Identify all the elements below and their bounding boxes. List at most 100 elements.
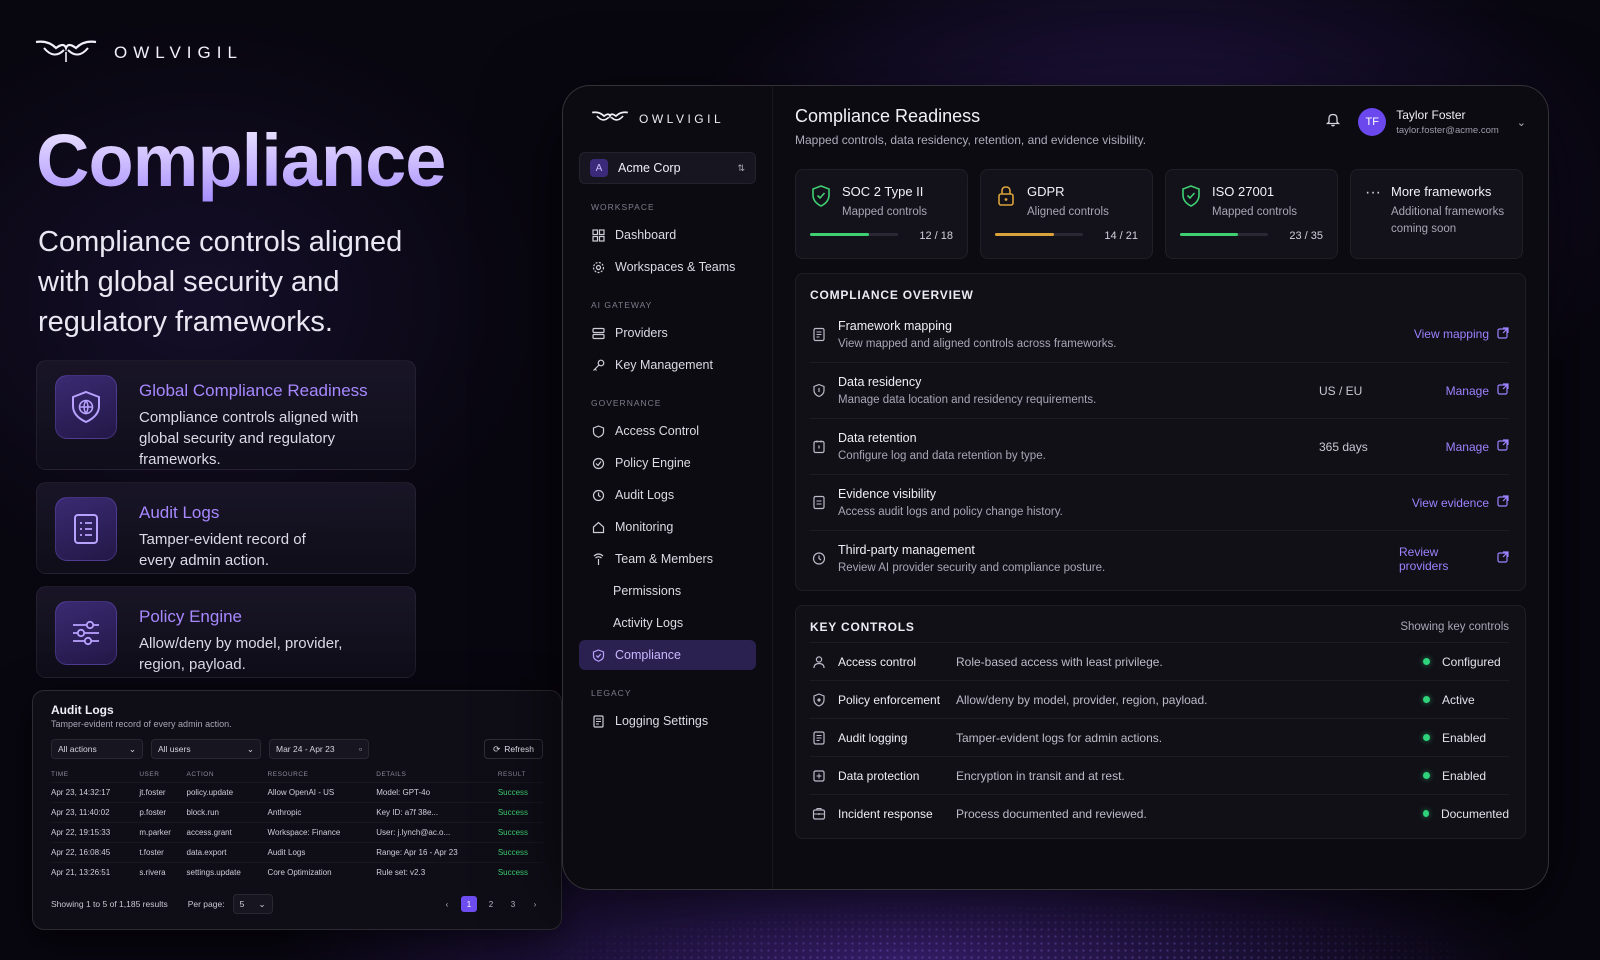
section-workspace: WORKSPACE bbox=[591, 202, 655, 212]
overview-desc: Manage data location and residency requi… bbox=[838, 394, 1097, 406]
framework-card-gdpr[interactable]: GDPR Aligned controls 14 / 21 bbox=[980, 169, 1153, 259]
lock-box-icon bbox=[810, 769, 838, 783]
external-link-icon bbox=[1497, 383, 1509, 398]
sidebar-item-team[interactable]: Team & Members bbox=[579, 544, 756, 574]
shield-globe-icon bbox=[55, 375, 117, 439]
shield-check-icon bbox=[1180, 184, 1202, 221]
status-dot bbox=[1423, 734, 1430, 741]
sidebar-item-compliance[interactable]: Compliance bbox=[579, 640, 756, 670]
control-name: Access control bbox=[838, 654, 917, 669]
progress-fill bbox=[810, 233, 869, 236]
table-cell: policy.update bbox=[186, 782, 268, 803]
table-cell: Anthropic bbox=[267, 802, 377, 823]
sidebar-item-dashboard[interactable]: Dashboard bbox=[579, 220, 756, 250]
table-cell: Apr 23, 14:32:17 bbox=[51, 782, 140, 803]
external-link-icon bbox=[1497, 495, 1509, 510]
avatar: TF bbox=[1358, 108, 1387, 136]
shield-check-icon bbox=[810, 184, 832, 221]
file-icon bbox=[591, 714, 605, 728]
control-desc: Allow/deny by model, provider, region, p… bbox=[956, 692, 1208, 707]
table-row[interactable]: Apr 21, 13:26:51 s.rivera settings.update C… bbox=[51, 862, 543, 882]
overview-title: Data retention bbox=[838, 431, 917, 445]
audit-icon bbox=[591, 488, 605, 502]
sidebar-item-providers[interactable]: Providers bbox=[579, 318, 756, 348]
table-row[interactable]: Apr 23, 14:32:17 jt.foster policy.update Al… bbox=[51, 782, 543, 803]
control-desc: Tamper-evident logs for admin actions. bbox=[956, 730, 1163, 745]
overview-desc: Access audit logs and policy change hist… bbox=[838, 506, 1063, 518]
users-filter[interactable]: All users ⌄ bbox=[151, 739, 261, 759]
prev-page-icon[interactable]: ‹ bbox=[439, 896, 455, 912]
ellipsis-icon: ··· bbox=[1365, 184, 1381, 201]
table-cell: Model: GPT-4o bbox=[376, 782, 498, 803]
overview-link[interactable]: Review providers bbox=[1399, 545, 1509, 573]
external-link-icon bbox=[1497, 439, 1509, 454]
page-3-button[interactable]: 3 bbox=[505, 896, 521, 912]
sidebar-item-logging[interactable]: Logging Settings bbox=[579, 706, 756, 736]
framework-card-soc2[interactable]: SOC 2 Type II Mapped controls 12 / 18 bbox=[795, 169, 968, 259]
sidebar-item-activity[interactable]: Activity Logs bbox=[579, 608, 756, 638]
key-control-row: Policy enforcement Allow/deny by model, … bbox=[810, 680, 1509, 718]
sidebar-item-permissions[interactable]: Permissions bbox=[579, 576, 756, 606]
server-icon bbox=[591, 326, 605, 340]
overview-link[interactable]: View mapping bbox=[1399, 326, 1509, 342]
table-cell: Success bbox=[497, 862, 543, 882]
bell-icon[interactable] bbox=[1326, 112, 1341, 132]
date-range-filter[interactable]: Mar 24 - Apr 23 ▫ bbox=[269, 739, 369, 759]
sidebar-item-access[interactable]: Access Control bbox=[579, 416, 756, 446]
per-page-select[interactable]: 5 ⌄ bbox=[232, 894, 273, 914]
shield-lock-icon bbox=[591, 424, 605, 438]
chevron-down-icon: ⌄ bbox=[1516, 116, 1526, 129]
column-header: RESOURCE bbox=[267, 771, 309, 778]
overview-desc: View mapped and aligned controls across … bbox=[838, 337, 1117, 350]
user-menu[interactable]: TF Taylor Foster taylor.foster@acme.com … bbox=[1358, 108, 1526, 136]
framework-card-iso27001[interactable]: ISO 27001 Mapped controls 23 / 35 bbox=[1165, 169, 1338, 259]
org-switcher[interactable]: A Acme Corp ⇅ bbox=[579, 152, 756, 184]
status-dot bbox=[1423, 658, 1430, 665]
progress-bar bbox=[1180, 233, 1268, 236]
control-name: Policy enforcement bbox=[838, 692, 941, 707]
table-cell: p.foster bbox=[139, 802, 187, 823]
sidebar-item-keys[interactable]: Key Management bbox=[579, 350, 756, 380]
calendar-icon: ▫ bbox=[358, 744, 362, 754]
page-title: Compliance Readiness bbox=[795, 106, 981, 126]
table-cell: data.export bbox=[186, 842, 268, 863]
feature-desc: Allow/deny by model, provider, region, p… bbox=[139, 635, 343, 673]
control-count: 14 / 21 bbox=[1104, 230, 1138, 242]
key-control-row: Data protection Encryption in transit an… bbox=[810, 756, 1509, 794]
brand-wordmark: OWLVIGIL bbox=[114, 43, 243, 62]
column-header: ACTION bbox=[186, 771, 215, 778]
table-row[interactable]: Apr 23, 11:40:02 p.foster block.run Anthrop… bbox=[51, 802, 543, 823]
control-name: Audit logging bbox=[838, 730, 908, 745]
sidebar-item-audit[interactable]: Audit Logs bbox=[579, 480, 756, 510]
panel-title: COMPLIANCE OVERVIEW bbox=[810, 288, 974, 302]
next-page-icon[interactable]: › bbox=[527, 896, 543, 912]
overview-link[interactable]: Manage bbox=[1399, 383, 1509, 398]
audit-table: TIME USER ACTION RESOURCE DETAILS RESULT Apr … bbox=[51, 767, 543, 882]
overview-link[interactable]: Manage bbox=[1399, 439, 1509, 454]
page-1-button[interactable]: 1 bbox=[461, 896, 477, 912]
overview-link[interactable]: View evidence bbox=[1399, 495, 1509, 510]
control-desc: Process documented and reviewed. bbox=[956, 806, 1147, 821]
refresh-button[interactable]: ⟳ Refresh bbox=[484, 739, 543, 759]
actions-filter[interactable]: All actions ⌄ bbox=[51, 739, 143, 759]
org-name: Acme Corp bbox=[618, 161, 681, 175]
shield-info-icon bbox=[810, 383, 838, 398]
control-count: 12 / 18 bbox=[919, 230, 953, 242]
column-header: DETAILS bbox=[376, 771, 407, 778]
page-2-button[interactable]: 2 bbox=[483, 896, 499, 912]
sidebar-item-monitoring[interactable]: Monitoring bbox=[579, 512, 756, 542]
progress-fill bbox=[995, 233, 1054, 236]
grid-icon bbox=[591, 228, 605, 242]
table-cell: settings.update bbox=[186, 862, 268, 882]
sidebar-item-workspaces[interactable]: Workspaces & Teams bbox=[579, 252, 756, 282]
control-name: Data protection bbox=[838, 768, 920, 783]
column-header: RESULT bbox=[497, 771, 526, 778]
table-row[interactable]: Apr 22, 19:15:33 m.parker access.grant Work… bbox=[51, 822, 543, 843]
sliders-icon bbox=[55, 601, 117, 665]
table-row[interactable]: Apr 22, 16:08:45 t.foster data.export Audit… bbox=[51, 842, 543, 863]
key-control-row: Incident response Process documented and… bbox=[810, 794, 1509, 832]
hero-subtitle: Compliance controls aligned with global … bbox=[38, 226, 403, 338]
pagination: ‹ 1 2 3 › bbox=[439, 896, 543, 912]
sidebar-item-policy[interactable]: Policy Engine bbox=[579, 448, 756, 478]
status-badge: Active bbox=[1423, 693, 1509, 707]
